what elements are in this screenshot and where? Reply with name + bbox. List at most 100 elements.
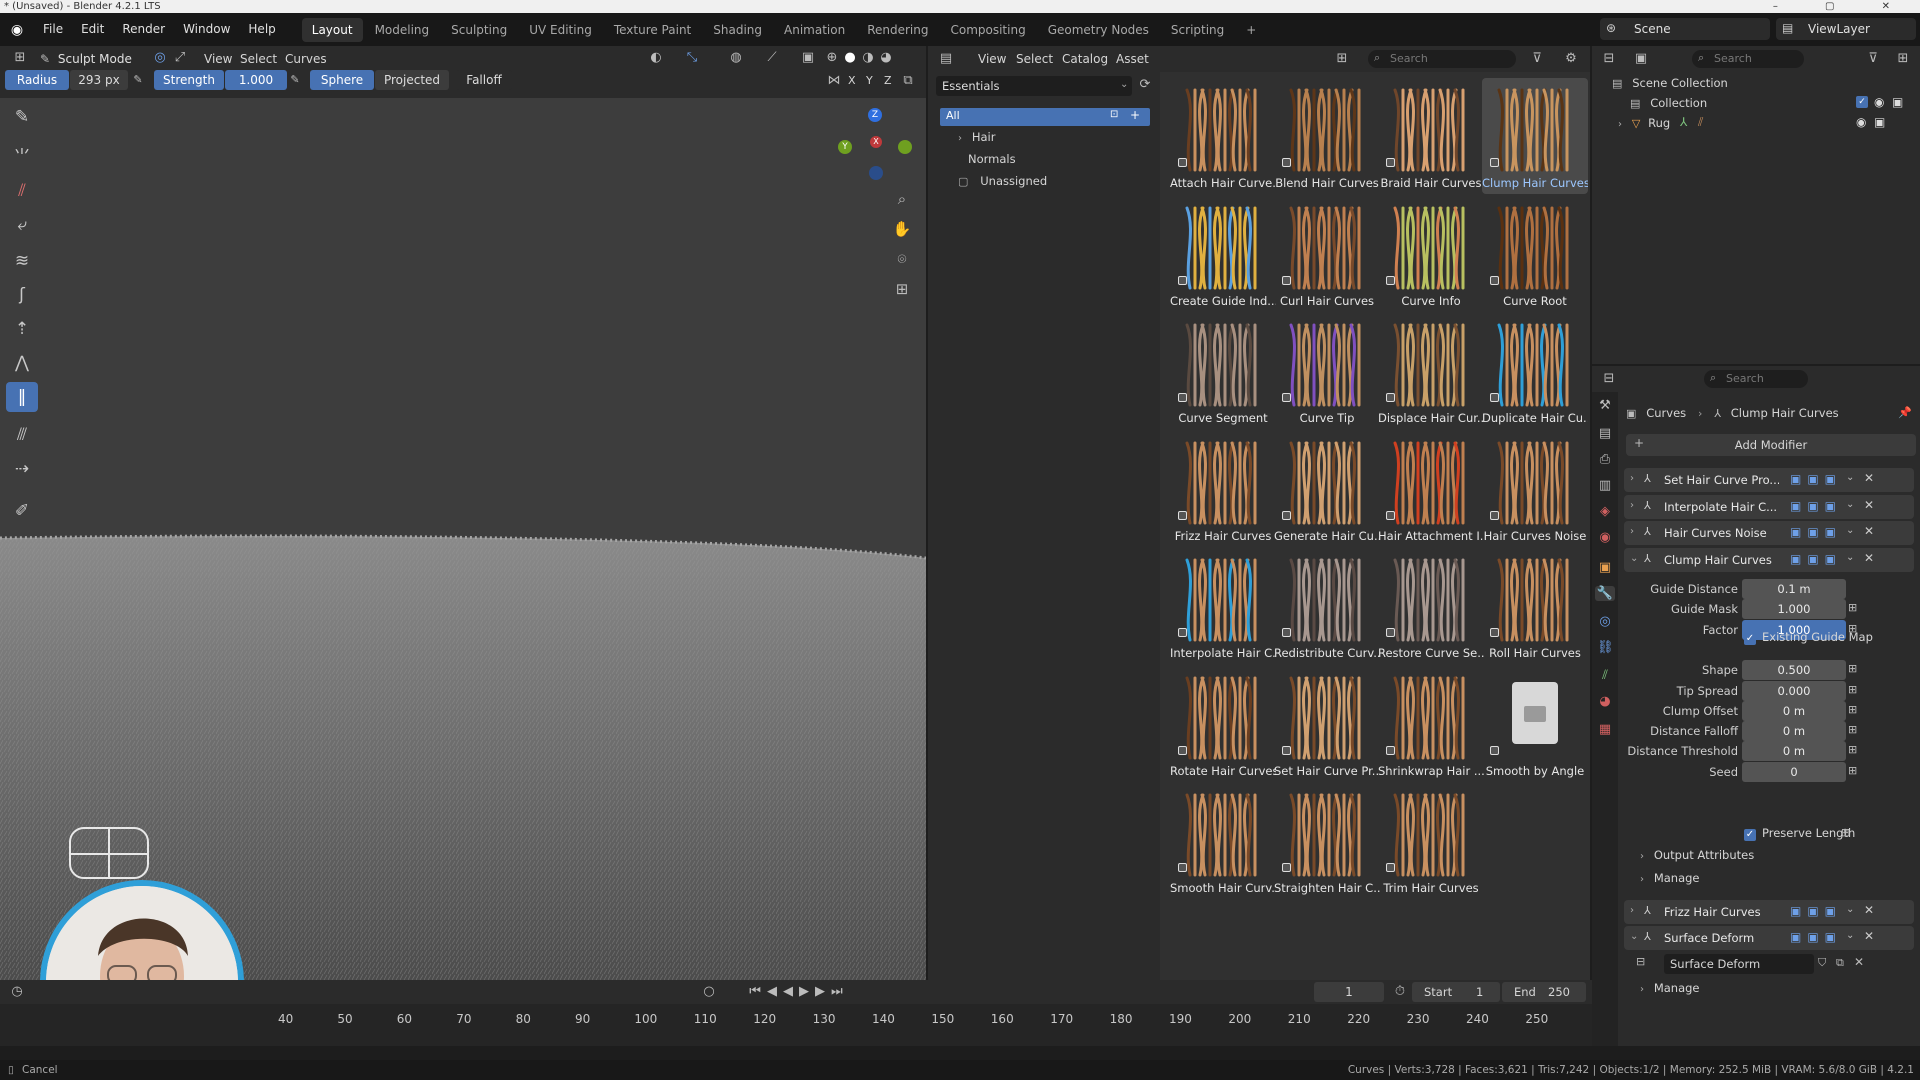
overlays-icon[interactable]: ◍ [726, 50, 746, 65]
asset-item[interactable]: Straighten Hair C... [1274, 783, 1380, 899]
tool-delete-icon[interactable]: ⤶ [6, 210, 38, 240]
modifier-visibility-icons[interactable]: ▣▣▣ [1790, 904, 1842, 918]
asset-item[interactable]: Shrinkwrap Hair ... [1378, 666, 1484, 782]
tab-rendering[interactable]: Rendering [857, 18, 938, 42]
settings-gear-icon[interactable]: ⚙ [1562, 51, 1580, 66]
asset-item[interactable]: Set Hair Curve Pr... [1274, 666, 1380, 782]
tool-comb-icon[interactable]: ≋ [6, 246, 38, 276]
window-controls[interactable]: – ▢ ✕ [1773, 0, 1912, 13]
modifier-frizz-hair-curves[interactable]: › ⅄ Frizz Hair Curves ▣▣▣ ⌄ ✕ [1624, 900, 1914, 924]
timeline-editor-icon[interactable]: ◷ [8, 984, 26, 999]
asset-item[interactable]: Hair Curves Noise [1482, 431, 1588, 547]
refresh-icon[interactable]: ⟳ [1136, 77, 1154, 92]
snap-icon[interactable]: ⧉ [900, 73, 916, 88]
autokey-record-icon[interactable]: ○ [700, 984, 718, 999]
editor-type-icon[interactable]: ⊞ [8, 50, 32, 65]
scene-selector[interactable]: ⊛ Scene [1600, 18, 1770, 40]
sphere-button[interactable]: Sphere [310, 70, 374, 90]
existing-guide-map-checkbox[interactable]: ✓ [1744, 633, 1756, 645]
asset-menu-view[interactable]: View [978, 52, 1006, 66]
outliner-collection[interactable]: ▤ Collection ✓ ◉ ▣ [1630, 95, 1912, 114]
asset-search-input[interactable]: ⌕ Search [1368, 50, 1516, 68]
perspective-grid-icon[interactable]: ⊞ [892, 280, 912, 298]
gizmo-y-neg-axis[interactable] [898, 140, 912, 154]
tool-slide-icon[interactable]: ⇢ [6, 454, 38, 484]
attribute-toggle-icon[interactable]: ⊞ [1848, 703, 1857, 716]
asset-item[interactable]: Create Guide Ind... [1170, 196, 1276, 312]
attribute-toggle-icon[interactable]: ⊞ [1848, 662, 1857, 675]
exclude-checkbox[interactable]: ✓ [1856, 96, 1868, 108]
asset-item[interactable]: Attach Hair Curve... [1170, 78, 1276, 194]
field-value[interactable]: 0.500 [1742, 660, 1846, 681]
catalog-new-icon[interactable]: ⊡ [1110, 109, 1118, 120]
close-icon[interactable]: ✕ [1864, 903, 1874, 917]
asset-item[interactable]: Frizz Hair Curves [1170, 431, 1276, 547]
fake-user-shield-icon[interactable]: ⛉ [1818, 956, 1826, 970]
asset-item[interactable]: Curve Info [1378, 196, 1484, 312]
radius-label[interactable]: Radius [5, 70, 69, 90]
eye-icon[interactable]: ◉ [1856, 115, 1866, 129]
pan-hand-icon[interactable]: ✋ [892, 220, 912, 238]
camera-icon[interactable]: ▣ [1874, 115, 1885, 129]
tab-texture-paint[interactable]: Texture Paint [604, 18, 701, 42]
visibility-icon[interactable]: ◐ [646, 50, 666, 65]
attribute-toggle-icon[interactable]: ⊞ [1848, 601, 1857, 614]
add-workspace-button[interactable]: + [1236, 18, 1266, 42]
asset-item[interactable]: Curl Hair Curves [1274, 196, 1380, 312]
field-value[interactable]: 0.000 [1742, 680, 1846, 701]
strength-pressure-icon[interactable]: ✎ [288, 73, 302, 86]
symmetry-icon[interactable]: ⋈ [826, 73, 842, 88]
gizmo-z-neg-axis[interactable] [869, 166, 883, 180]
radius-field[interactable]: 293 px [70, 70, 128, 90]
display-mode-icon[interactable]: ⊞ [1332, 51, 1352, 66]
asset-item[interactable]: Hair Attachment I... [1378, 431, 1484, 547]
preserve-length-checkbox[interactable]: ✓ [1744, 829, 1756, 841]
catalog-item-all[interactable]: All ⊡ + [940, 108, 1150, 126]
outliner-editor-icon[interactable]: ⊟ [1600, 51, 1618, 66]
selection-mode-icon[interactable]: ◎ [152, 50, 168, 65]
tool-cut-icon[interactable]: ⫽ [6, 176, 38, 206]
outliner-search-input[interactable]: ⌕ Search [1692, 50, 1804, 68]
field-value[interactable]: 1.000 [1742, 599, 1846, 620]
preserve-length-attribute-icon[interactable]: ⊞ [1841, 826, 1850, 839]
filter-icon[interactable]: ⊽ [1864, 51, 1882, 66]
chevron-down-icon[interactable]: ⌄ [1846, 904, 1854, 915]
asset-item[interactable]: Generate Hair Cu... [1274, 431, 1380, 547]
radius-pressure-icon[interactable]: ✎ [131, 73, 145, 86]
attribute-toggle-icon[interactable]: ⊞ [1848, 723, 1857, 736]
asset-item[interactable]: Blend Hair Curves [1274, 78, 1380, 194]
node-group-selector[interactable]: ⊟ Surface Deform ⛉ ⧉ ✕ [1636, 954, 1908, 974]
tab-compositing[interactable]: Compositing [940, 18, 1035, 42]
tool-snake-hook-icon[interactable]: ʃ [6, 280, 38, 310]
mirror-y-toggle[interactable]: Y [866, 74, 873, 87]
library-selector[interactable]: Essentials ⌄ [936, 76, 1132, 96]
solid-shading-icon[interactable]: ● [842, 50, 858, 65]
menu-file[interactable]: File [34, 13, 72, 46]
strength-label[interactable]: Strength [154, 70, 224, 90]
menu-select[interactable]: Select [240, 52, 277, 66]
eyedropper-icon[interactable]: ⟋ [762, 50, 782, 65]
tool-grow-shrink-icon[interactable]: ⇡ [6, 314, 38, 344]
new-collection-icon[interactable]: ⊞ [1894, 51, 1912, 66]
menu-help[interactable]: Help [239, 13, 284, 46]
gizmo-x-axis[interactable]: X [870, 136, 882, 148]
asset-item[interactable]: Curve Tip [1274, 313, 1380, 429]
asset-item[interactable]: Rotate Hair Curves [1170, 666, 1276, 782]
stopwatch-icon[interactable]: ⏱ [1392, 984, 1408, 999]
tool-selection-paint-icon[interactable]: ✎ [6, 102, 38, 132]
asset-item[interactable]: Trim Hair Curves [1378, 783, 1484, 899]
asset-item[interactable]: Interpolate Hair C... [1170, 548, 1276, 664]
camera-view-icon[interactable]: ⌾ [892, 250, 912, 268]
mirror-x-toggle[interactable]: X [848, 74, 856, 87]
asset-item[interactable]: Curve Root [1482, 196, 1588, 312]
chevron-down-icon[interactable]: ⌄ [1846, 930, 1854, 941]
manage-panel-2[interactable]: › Manage [1640, 981, 1900, 999]
tool-puff-icon[interactable]: ‖ [6, 382, 38, 412]
material-shading-icon[interactable]: ◑ [860, 50, 876, 65]
gizmo-y-axis[interactable]: Y [838, 140, 852, 154]
tab-layout[interactable]: Layout [301, 17, 363, 42]
asset-item[interactable]: Restore Curve Se... [1378, 548, 1484, 664]
camera-icon[interactable]: ▣ [1892, 95, 1903, 109]
asset-item[interactable]: Roll Hair Curves [1482, 548, 1588, 664]
close-icon[interactable]: ✕ [1864, 929, 1874, 943]
